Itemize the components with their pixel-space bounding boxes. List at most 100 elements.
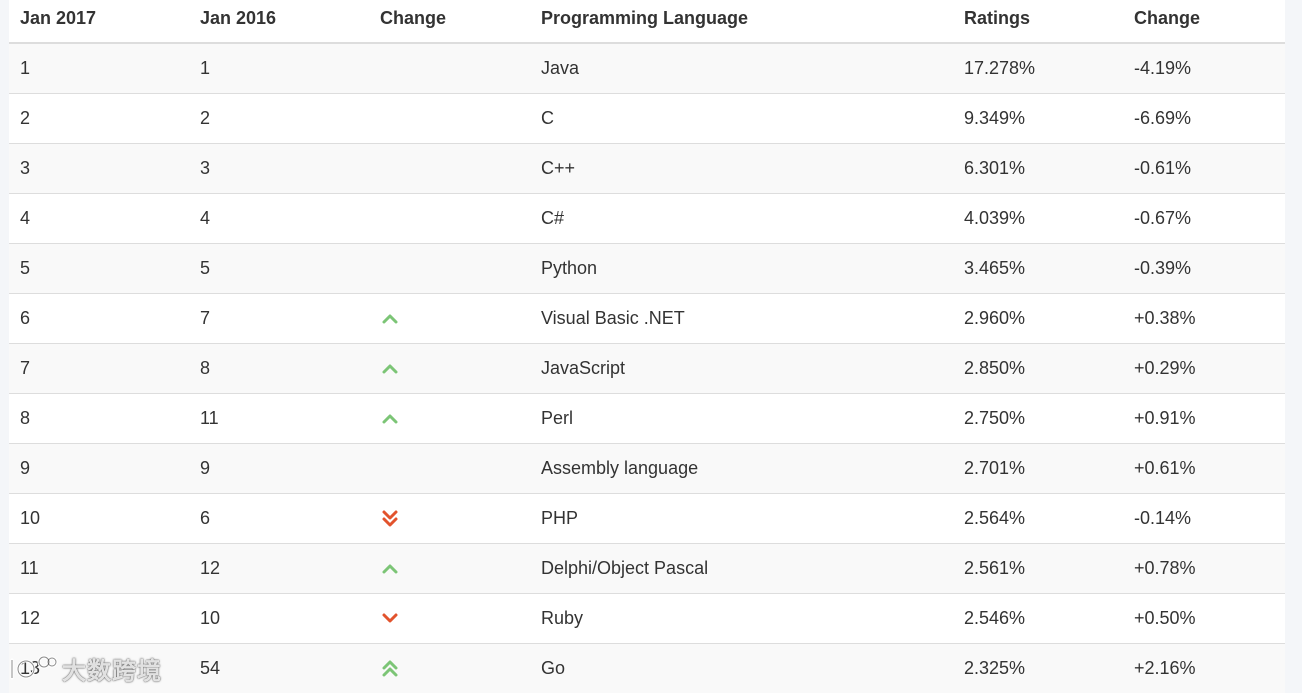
cell-rating-change: -0.61% [1123,142,1285,193]
cell-rank-change [369,342,530,393]
cell-rating: 2.701% [953,442,1123,493]
cell-rank-change [369,442,530,493]
cell-rank-2016: 2 [189,92,369,143]
cell-language: Go [530,642,953,693]
table-body: 1 1 Java 17.278% -4.19% 2 2 C 9.349% -6.69% 3 3 C++ 6… [9,42,1285,693]
cell-language: Delphi/Object Pascal [530,542,953,593]
cell-rank-2017: 1 [9,42,189,93]
table-row: 2 2 C 9.349% -6.69% [9,92,1285,143]
cell-language: C [530,92,953,143]
cell-rank-change [369,492,530,543]
cell-rating: 2.850% [953,342,1123,393]
cell-rating: 6.301% [953,142,1123,193]
cell-rating: 2.546% [953,592,1123,643]
cell-rank-2016: 1 [189,42,369,93]
cell-rating-change: +0.91% [1123,392,1285,443]
cell-rating-change: +0.29% [1123,342,1285,393]
tiobe-ranking-table: Jan 2017 Jan 2016 Change Programming Lan… [9,0,1285,693]
cell-rank-2017: 6 [9,292,189,343]
header-row: Jan 2017 Jan 2016 Change Programming Lan… [9,0,1285,44]
cell-rank-change [369,192,530,243]
table-row: 12 10 Ruby 2.546% +0.50% [9,592,1285,643]
cell-rating: 9.349% [953,92,1123,143]
table-row: 10 6 PHP 2.564% -0.14% [9,492,1285,543]
cell-rank-2017: 5 [9,242,189,293]
cell-rank-2017: 4 [9,192,189,243]
cell-rank-2017: 2 [9,92,189,143]
table-row: 5 5 Python 3.465% -0.39% [9,242,1285,293]
header-jan-2017: Jan 2017 [9,0,189,44]
cell-rank-2016: 3 [189,142,369,193]
table-row: 6 7 Visual Basic .NET 2.960% +0.38% [9,292,1285,343]
chevron-up-icon [382,314,398,324]
cell-rating: 4.039% [953,192,1123,243]
header-rating-change: Change [1123,0,1285,44]
table-row: 3 3 C++ 6.301% -0.61% [9,142,1285,193]
cell-language: Java [530,42,953,93]
cell-language: JavaScript [530,342,953,393]
table-row: 7 8 JavaScript 2.850% +0.29% [9,342,1285,393]
cell-rank-2017: 9 [9,442,189,493]
cell-rating-change: -0.67% [1123,192,1285,243]
cell-rank-2016: 6 [189,492,369,543]
cell-language: Python [530,242,953,293]
header-ratings: Ratings [953,0,1123,44]
cell-rank-2016: 11 [189,392,369,443]
table-row: 4 4 C# 4.039% -0.67% [9,192,1285,243]
table-row: 9 9 Assembly language 2.701% +0.61% [9,442,1285,493]
cell-rating-change: +0.61% [1123,442,1285,493]
cell-rank-2017: 7 [9,342,189,393]
cell-rank-change [369,142,530,193]
cell-language: Assembly language [530,442,953,493]
cell-rank-change [369,392,530,443]
cell-rank-2017: 3 [9,142,189,193]
page-background: Jan 2017 Jan 2016 Change Programming Lan… [0,0,1302,693]
cell-rating-change: +2.16% [1123,642,1285,693]
cell-rank-2016: 54 [189,642,369,693]
header-programming-language: Programming Language [530,0,953,44]
cell-rating: 2.564% [953,492,1123,543]
cell-rank-2017: 12 [9,592,189,643]
cell-rating: 2.561% [953,542,1123,593]
cell-language: PHP [530,492,953,543]
table-row: 8 11 Perl 2.750% +0.91% [9,392,1285,443]
cell-rank-2017: 13 [9,642,189,693]
cell-rank-2016: 12 [189,542,369,593]
cell-rating-change: +0.78% [1123,542,1285,593]
cell-rating-change: +0.50% [1123,592,1285,643]
cell-language: Ruby [530,592,953,643]
chevron-up-icon [382,414,398,424]
header-jan-2016: Jan 2016 [189,0,369,44]
table-row: 11 12 Delphi/Object Pascal 2.561% +0.78% [9,542,1285,593]
cell-rank-2017: 10 [9,492,189,543]
cell-rating: 2.325% [953,642,1123,693]
table-header: Jan 2017 Jan 2016 Change Programming Lan… [9,0,1285,44]
chevron-up-icon [382,364,398,374]
cell-rank-change [369,42,530,93]
cell-language: Perl [530,392,953,443]
chevron-up-icon [382,564,398,574]
cell-rating: 2.960% [953,292,1123,343]
cell-rank-2017: 8 [9,392,189,443]
cell-rank-change [369,592,530,643]
cell-language: Visual Basic .NET [530,292,953,343]
chevron-down-icon [382,613,398,623]
ranking-table-container: Jan 2017 Jan 2016 Change Programming Lan… [9,0,1285,693]
cell-rating-change: +0.38% [1123,292,1285,343]
cell-rank-2016: 4 [189,192,369,243]
cell-rating: 17.278% [953,42,1123,93]
cell-rank-change [369,242,530,293]
cell-rating-change: -6.69% [1123,92,1285,143]
cell-rating-change: -0.39% [1123,242,1285,293]
double-chevron-up-icon [382,660,398,677]
cell-rank-change [369,542,530,593]
cell-rating: 3.465% [953,242,1123,293]
cell-language: C++ [530,142,953,193]
cell-rank-2016: 8 [189,342,369,393]
cell-rank-2017: 11 [9,542,189,593]
cell-rank-change [369,92,530,143]
cell-rank-2016: 10 [189,592,369,643]
double-chevron-down-icon [382,510,398,527]
cell-language: C# [530,192,953,243]
table-row: 1 1 Java 17.278% -4.19% [9,42,1285,93]
